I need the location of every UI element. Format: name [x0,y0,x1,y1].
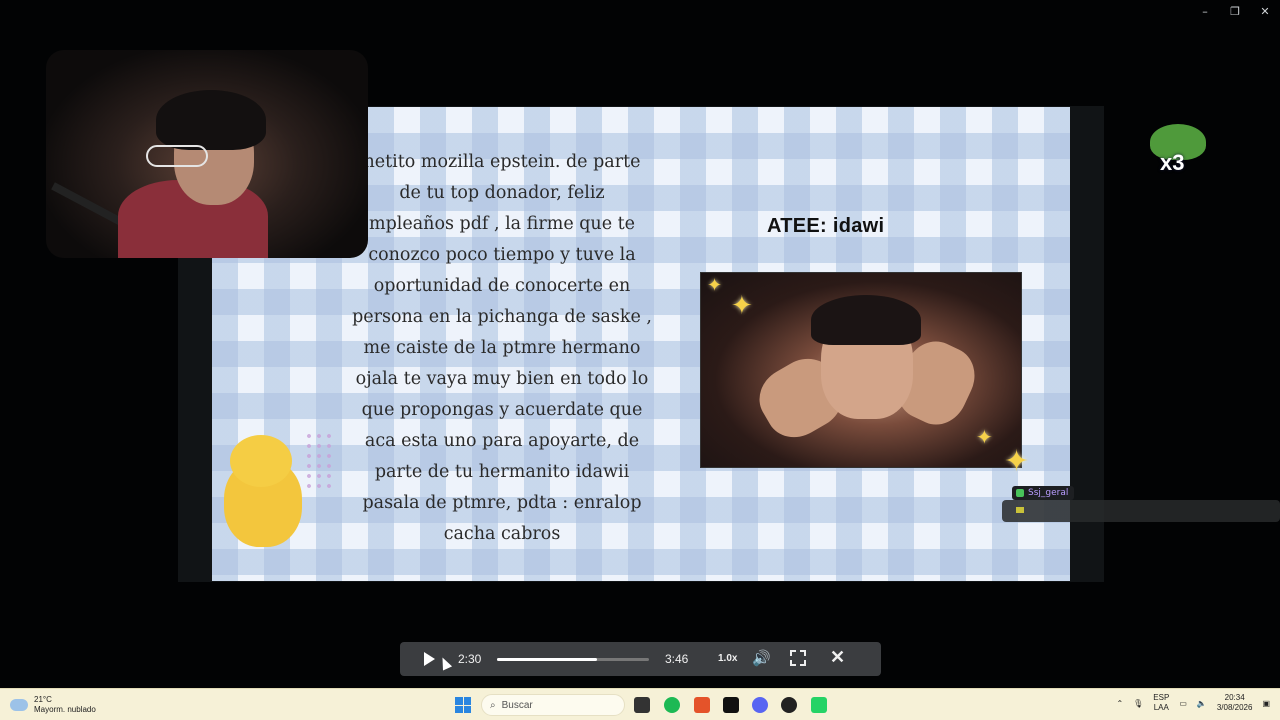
minimize-button[interactable]: – [1190,0,1220,22]
duration: 3:46 [665,652,689,666]
message-line: me caiste de la ptmre hermano [363,338,641,358]
screen: – ❐ ✕ netito mozilla epstein. de parte d… [0,0,1280,720]
restore-button[interactable]: ❐ [1220,0,1250,22]
audio-app-icon[interactable] [723,697,739,713]
current-time: 2:30 [458,652,482,666]
confetti [304,431,334,491]
play-icon[interactable] [424,652,435,666]
bear-sticker [212,427,334,557]
video-controls: 2:30 3:46 1.0x 🔊 ✕ [400,642,881,676]
system-tray: ⌃ 🎙 ESP LAA ▭ 🔈 20:34 3/08/2026 ▣ [1116,693,1270,713]
chat-username: Ssj_geral [1028,488,1069,498]
weather-widget[interactable]: 21°C Mayorm. nublado [10,695,96,715]
microphone-icon[interactable]: 🎙 [1133,699,1143,708]
network-icon[interactable]: ▭ [1179,699,1187,708]
sparkle-icon: ✦ [731,291,753,321]
notification-icon[interactable]: ▣ [1262,699,1270,708]
weather-temp: 21°C [34,695,52,704]
message-line: ojala te vaya muy bien en todo lo [355,369,649,389]
glasses [146,145,208,167]
bear-head [230,435,292,487]
start-icon[interactable] [455,697,471,713]
webcam-overlay [46,50,368,258]
seek-progress [497,658,598,661]
message-line: conozco poco tiempo y tuve la [368,245,636,265]
app-icon[interactable] [781,697,797,713]
taskbar: 21°C Mayorm. nublado ⌕ Buscar ⌃ 🎙 ESP LA… [0,688,1280,720]
discord-icon[interactable] [752,697,768,713]
lang-bottom: LAA [1153,703,1169,712]
message-line: persona en la pichanga de saske , [352,307,652,327]
seek-bar[interactable] [497,658,649,661]
language-indicator[interactable]: ESP LAA [1153,693,1169,713]
close-icon[interactable]: ✕ [830,647,845,668]
cloud-icon [10,699,28,711]
chat-username-tag: Ssj_geral [1012,486,1075,500]
message-line: mpleaños pdf , la firme que te [368,214,636,234]
message-line: oportunidad de conocerte en [373,276,631,296]
streamer-hair [156,90,266,150]
exit-fullscreen-icon[interactable] [790,650,806,666]
atee-label: ATEE: idawi [767,215,885,237]
message-line: aca esta uno para apoyarte, de [364,431,640,451]
emote-icon [1016,507,1024,513]
message-line: parte de tu hermanito idawii [374,462,630,482]
close-window-button[interactable]: ✕ [1250,0,1280,22]
message-line: cacha cabros [443,524,561,544]
taskview-icon[interactable] [634,697,650,713]
hair [811,295,921,345]
sparkle-icon: ✦ [976,425,993,449]
pepe-badge: x3 [1148,122,1208,178]
search-icon: ⌕ [490,699,496,711]
clock-time: 20:34 [1224,693,1245,702]
sparkle-icon: ✦ [707,275,723,296]
weather-desc: Mayorm. nublado [34,705,96,714]
brave-icon[interactable] [694,697,710,713]
spotify-icon[interactable] [664,697,680,713]
message-line: que propongas y acuerdate que [361,400,643,420]
chat-message [1002,500,1280,522]
whatsapp-icon[interactable] [811,697,827,713]
message-line: de tu top donador, feliz [399,183,605,203]
message-line: netito mozilla epstein. de parte [363,152,641,172]
kick-icon [1016,489,1024,497]
search-placeholder: Buscar [501,699,533,711]
search-box[interactable]: ⌕ Buscar [481,694,625,716]
chevron-up-icon[interactable]: ⌃ [1116,699,1123,708]
clock[interactable]: 20:34 3/08/2026 [1217,693,1253,713]
window-controls: – ❐ ✕ [1190,0,1280,22]
photo: ✦ ✦ ✦ [700,272,1022,468]
speaker-icon[interactable]: 🔈 [1197,699,1207,708]
speed-button[interactable]: 1.0x [718,653,737,664]
birthday-message: netito mozilla epstein. de parte de tu t… [322,147,682,550]
message-line: pasala de ptmre, pdta : enralop [362,493,642,513]
volume-icon[interactable]: 🔊 [752,649,771,667]
clock-date: 3/08/2026 [1216,703,1253,712]
badge-label: x3 [1160,150,1185,175]
lang-top: ESP [1153,693,1170,702]
sparkle-icon: ✦ [1004,444,1030,479]
